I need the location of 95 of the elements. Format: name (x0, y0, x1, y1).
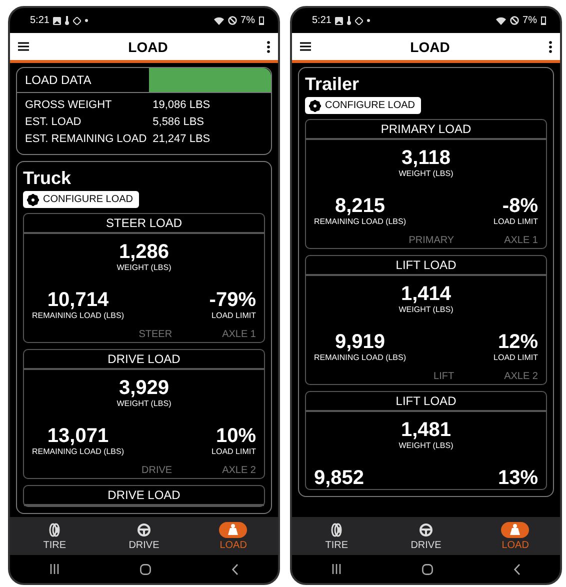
axle-label: AXLE 2 (504, 371, 538, 382)
load-limit-value: 12% (498, 331, 538, 353)
status-time: 5:21 (30, 15, 50, 26)
more-options-icon[interactable] (548, 40, 552, 52)
dot-icon (367, 19, 370, 22)
weight-value: 3,118 (402, 147, 450, 169)
remaining-load-label: REMAINING LOAD (LBS) (314, 217, 406, 227)
card-header: DRIVE LOAD (24, 350, 264, 370)
section-title: Trailer (304, 73, 360, 96)
data-value: 5,586 LBS (152, 115, 206, 130)
card-header: PRIMARY LOAD (306, 120, 546, 140)
recent-apps-icon[interactable] (50, 564, 60, 574)
steering-wheel-icon (418, 522, 433, 536)
nav-tab[interactable]: TIRE (302, 517, 372, 555)
back-icon[interactable] (514, 564, 520, 574)
image-icon (53, 16, 62, 24)
menu-icon[interactable] (300, 42, 311, 51)
data-label: EST. LOAD (25, 115, 82, 130)
battery-percent: 7% (522, 15, 537, 26)
nav-tab[interactable]: DRIVE (108, 517, 179, 555)
load-limit-label: LOAD LIMIT (212, 447, 256, 457)
load-limit-value: -8% (502, 195, 538, 217)
weight-value: 1,481 (400, 419, 452, 441)
app-title: LOAD (410, 38, 450, 54)
panel-title: LOAD DATA (24, 72, 92, 89)
weight-label: WEIGHT (LBS) (398, 441, 454, 451)
weight-label: WEIGHT (LBS) (116, 263, 172, 273)
do-not-disturb-icon (228, 16, 237, 25)
weight-label: WEIGHT (LBS) (398, 305, 454, 315)
weight-value: 1,414 (400, 283, 452, 305)
home-icon[interactable] (140, 564, 151, 574)
tire-icon (48, 522, 61, 536)
load-limit-label: LOAD LIMIT (494, 353, 538, 363)
tire-icon (330, 522, 343, 536)
load-limit-value: -79% (209, 289, 256, 311)
battery-icon (541, 16, 546, 25)
app-title: LOAD (128, 38, 168, 54)
status-time: 5:21 (312, 15, 332, 26)
load-limit-label: LOAD LIMIT (494, 217, 538, 227)
home-icon[interactable] (422, 564, 433, 574)
axle-label: AXLE 1 (504, 235, 538, 246)
settings-icon (309, 100, 321, 112)
load-limit-value: 13% (498, 467, 538, 489)
diamond-icon (355, 16, 364, 24)
data-label: GROSS WEIGHT (25, 98, 113, 113)
configure-load-button[interactable]: CONFIGURE LOAD (305, 97, 421, 114)
axle-label: AXLE 2 (222, 465, 256, 476)
remaining-load-value: 10,714 (47, 289, 109, 311)
steering-wheel-icon (136, 522, 151, 536)
position-label: STEER (138, 329, 172, 340)
weight-label: WEIGHT (LBS) (398, 169, 454, 179)
dot-icon (85, 19, 88, 22)
position-label: DRIVE (142, 465, 172, 476)
card-header: DRIVE LOAD (24, 486, 264, 506)
position-label: PRIMARY (408, 235, 454, 246)
recent-apps-icon[interactable] (332, 564, 342, 574)
remaining-load-label: REMAINING LOAD (LBS) (32, 311, 124, 321)
menu-icon[interactable] (18, 42, 29, 51)
nav-tab[interactable]: DRIVE (390, 517, 461, 555)
configure-load-button[interactable]: CONFIGURE LOAD (23, 191, 139, 208)
remaining-load-value: 9,919 (334, 331, 386, 353)
do-not-disturb-icon (510, 16, 519, 25)
more-options-icon[interactable] (266, 40, 270, 52)
diamond-icon (73, 16, 82, 24)
axle-label: AXLE 1 (222, 329, 256, 340)
thermometer-icon (65, 16, 70, 25)
back-icon[interactable] (232, 564, 238, 574)
data-label: EST. REMAINING LOAD (25, 132, 147, 147)
settings-icon (27, 194, 39, 206)
nav-tab[interactable]: TIRE (20, 517, 90, 555)
card-header: LIFT LOAD (306, 256, 546, 276)
nav-tab[interactable]: LOAD (198, 517, 268, 555)
remaining-load-value: 13,071 (47, 425, 109, 447)
card-header: LIFT LOAD (306, 392, 546, 412)
weight-value: 1,286 (118, 241, 170, 263)
battery-percent: 7% (240, 15, 255, 26)
data-value: 19,086 LBS (152, 98, 212, 113)
load-limit-label: LOAD LIMIT (212, 311, 256, 321)
weight-value: 3,929 (118, 377, 170, 399)
weight-label: WEIGHT (LBS) (116, 399, 172, 409)
remaining-load-value: 9,852 (314, 467, 364, 489)
image-icon (335, 16, 344, 24)
battery-icon (259, 16, 264, 25)
wifi-icon (496, 16, 506, 24)
load-limit-value: 10% (216, 425, 256, 447)
card-header: STEER LOAD (24, 214, 264, 234)
position-label: LIFT (434, 371, 454, 382)
data-value: 21,247 LBS (152, 132, 212, 147)
remaining-load-label: REMAINING LOAD (LBS) (314, 353, 406, 363)
remaining-load-value: 8,215 (334, 195, 386, 217)
section-title: Truck (22, 167, 72, 190)
thermometer-icon (347, 16, 352, 25)
remaining-load-label: REMAINING LOAD (LBS) (32, 447, 124, 457)
wifi-icon (214, 16, 224, 24)
nav-tab[interactable]: LOAD (480, 517, 550, 555)
